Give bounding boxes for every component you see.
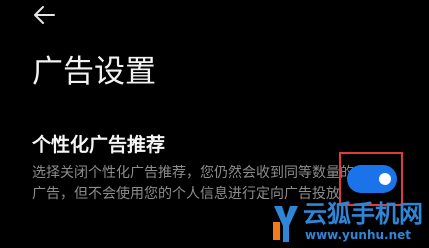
watermark-name: 云狐手机网 <box>303 200 423 228</box>
setting-title: 个性化广告推荐 <box>32 134 166 156</box>
arrow-left-icon <box>30 2 60 28</box>
page-title: 广告设置 <box>32 54 156 90</box>
toggle-knob <box>379 173 391 185</box>
back-button[interactable] <box>30 2 60 28</box>
watermark-logo-icon <box>273 204 299 244</box>
watermark: 云狐手机网 www.yunhu.net <box>273 198 429 247</box>
personalized-ads-toggle[interactable] <box>347 165 397 193</box>
watermark-url: www.yunhu.net <box>305 228 412 242</box>
